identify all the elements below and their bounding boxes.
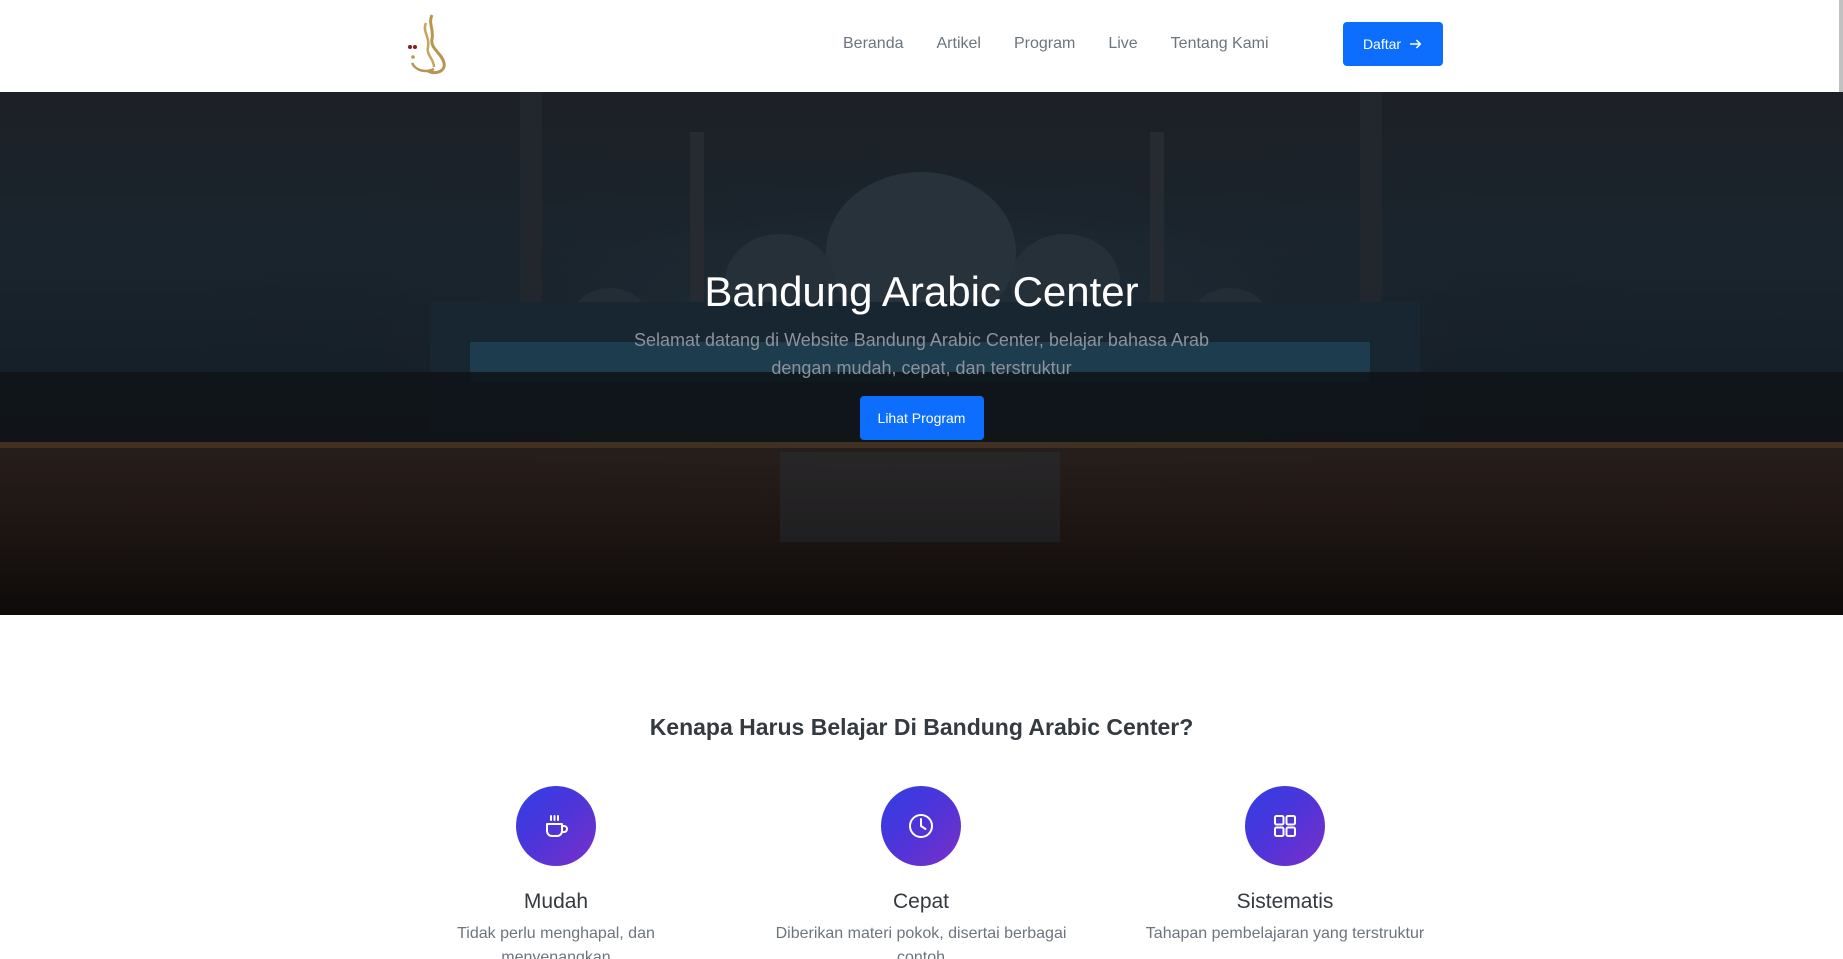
features-section: Kenapa Harus Belajar Di Bandung Arabic C… bbox=[0, 615, 1843, 959]
feature-card-cepat: Cepat Diberikan materi pokok, disertai b… bbox=[761, 786, 1081, 959]
feature-icon-badge bbox=[516, 786, 596, 866]
coffee-cup-icon bbox=[546, 815, 568, 837]
feature-description: Tahapan pembelajaran yang terstruktur bbox=[1145, 925, 1425, 942]
feature-description: Tidak perlu menghapal, dan menyenangkan bbox=[457, 925, 655, 959]
hero-content: Bandung Arabic Center Selamat datang di … bbox=[0, 266, 1843, 440]
feature-icon-badge bbox=[1245, 786, 1325, 866]
arrow-right-icon bbox=[1410, 39, 1422, 49]
lihat-program-button[interactable]: Lihat Program bbox=[859, 396, 984, 440]
clock-icon bbox=[909, 814, 933, 838]
logo[interactable] bbox=[404, 13, 454, 75]
feature-name: Mudah bbox=[523, 890, 589, 913]
feature-card-mudah: Mudah Tidak perlu menghapal, dan menyena… bbox=[396, 786, 716, 959]
daftar-label: Daftar bbox=[1362, 36, 1402, 52]
nav-program[interactable]: Program bbox=[1014, 34, 1075, 54]
feature-icon-badge bbox=[881, 786, 961, 866]
nav-artikel[interactable]: Artikel bbox=[937, 34, 981, 54]
hero-section: Bandung Arabic Center Selamat datang di … bbox=[0, 92, 1843, 615]
navbar: Beranda Artikel Program Live Tentang Kam… bbox=[0, 0, 1843, 92]
main-nav: Beranda Artikel Program Live Tentang Kam… bbox=[843, 34, 1269, 54]
daftar-button[interactable]: Daftar bbox=[1343, 22, 1443, 66]
nav-beranda[interactable]: Beranda bbox=[843, 34, 904, 54]
grid-icon bbox=[1274, 815, 1296, 837]
features-title: Kenapa Harus Belajar Di Bandung Arabic C… bbox=[649, 714, 1194, 740]
feature-name: Sistematis bbox=[1236, 890, 1334, 913]
nav-live[interactable]: Live bbox=[1108, 34, 1137, 54]
feature-card-sistematis: Sistematis Tahapan pembelajaran yang ter… bbox=[1125, 786, 1445, 946]
nav-tentang-kami[interactable]: Tentang Kami bbox=[1171, 34, 1269, 54]
feature-name: Cepat bbox=[892, 890, 950, 913]
arabic-calligraphy-logo-icon bbox=[408, 14, 446, 75]
hero-subtitle: Selamat datang di Website Bandung Arabic… bbox=[633, 330, 1210, 378]
feature-description: Diberikan materi pokok, disertai berbaga… bbox=[775, 925, 1067, 959]
hero-title: Bandung Arabic Center bbox=[704, 268, 1139, 315]
